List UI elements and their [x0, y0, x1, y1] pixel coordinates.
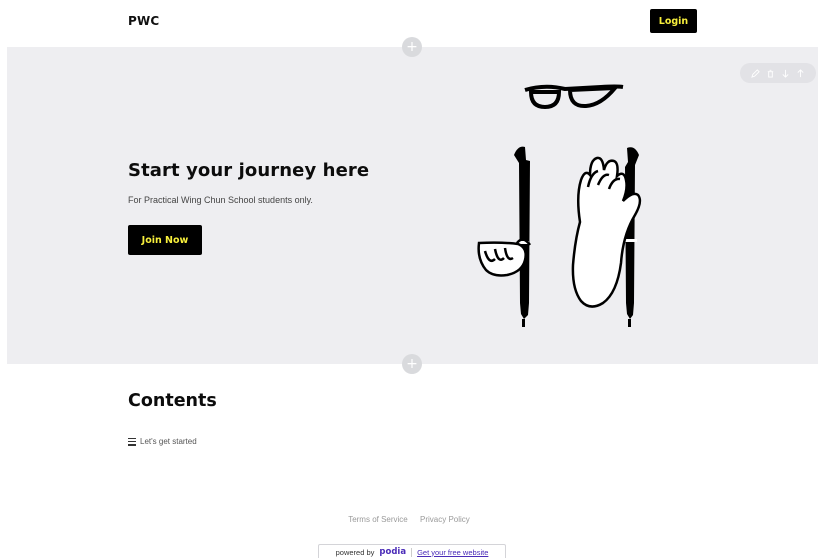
section-edit-toolbar [740, 63, 816, 83]
privacy-link[interactable]: Privacy Policy [420, 515, 470, 524]
site-brand[interactable]: PWC [128, 14, 159, 28]
left-suspender [514, 146, 530, 327]
login-button[interactable]: Login [650, 9, 697, 33]
free-website-link[interactable]: Get your free website [417, 548, 488, 557]
trash-icon[interactable] [766, 68, 776, 78]
join-now-button[interactable]: Join Now [128, 225, 202, 255]
right-suspender [625, 147, 639, 327]
hero-subtitle: For Practical Wing Chun School students … [128, 195, 313, 205]
arrow-up-icon[interactable] [796, 68, 806, 78]
hero-section: Start your journey here For Practical Wi… [7, 47, 818, 364]
list-item[interactable]: Let's get started [128, 437, 197, 446]
hero-title: Start your journey here [128, 160, 370, 181]
pencil-icon[interactable] [751, 68, 761, 78]
contents-heading: Contents [128, 391, 217, 411]
glasses-icon [524, 84, 624, 110]
podia-logo[interactable]: podia [379, 547, 406, 557]
arrow-down-icon[interactable] [781, 68, 791, 78]
hero-illustration [477, 84, 642, 327]
list-icon [128, 437, 136, 446]
powered-by-label: powered by [335, 547, 375, 557]
footer-links: Terms of Service Privacy Policy [0, 515, 818, 524]
badge-divider [411, 547, 413, 557]
add-section-top-button[interactable]: + [402, 37, 422, 57]
add-section-bottom-button[interactable]: + [402, 354, 422, 374]
lesson-label: Let's get started [140, 437, 197, 446]
powered-by-badge: powered by podia Get your free website [318, 544, 506, 558]
terms-link[interactable]: Terms of Service [348, 515, 408, 524]
